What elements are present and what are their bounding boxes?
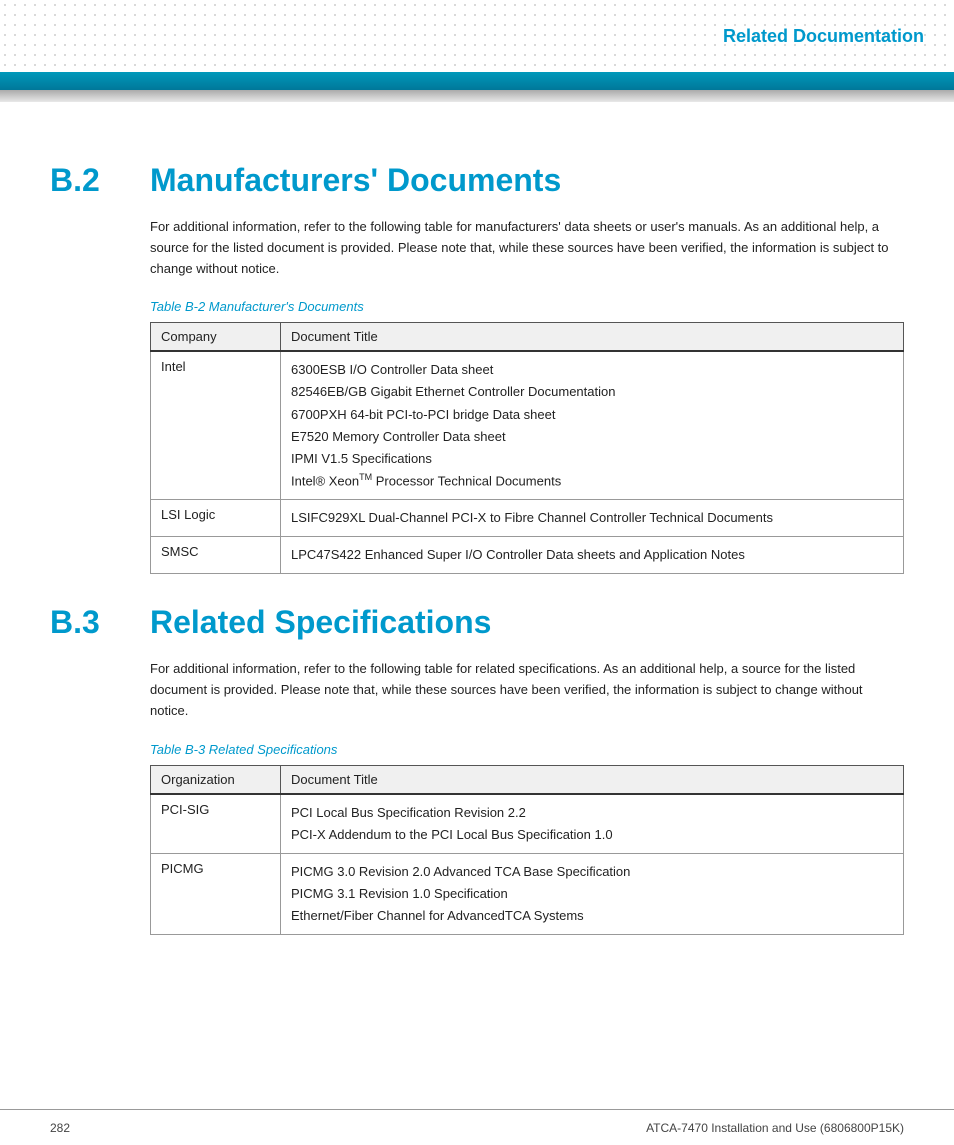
header-title-area: Related Documentation [634,0,954,72]
table-b3-col1-header: Organization [151,765,281,794]
table-b2-row1-company: Intel [151,351,281,499]
table-b3-row2-org: PICMG [151,854,281,935]
doc-item: 6300ESB I/O Controller Data sheet [291,359,893,381]
table-b2-row2-docs: LSIFC929XL Dual-Channel PCI-X to Fibre C… [281,500,904,537]
section-b2-body: For additional information, refer to the… [150,217,904,279]
doc-item: E7520 Memory Controller Data sheet [291,426,893,448]
section-b3-heading: B.3 Related Specifications [50,604,904,641]
table-b2-col1-header: Company [151,323,281,352]
table-b2-row3-docs: LPC47S422 Enhanced Super I/O Controller … [281,537,904,574]
table-b2-row3-company: SMSC [151,537,281,574]
doc-item: IPMI V1.5 Specifications [291,448,893,470]
doc-item: LPC47S422 Enhanced Super I/O Controller … [291,544,893,566]
gray-bar [0,90,954,102]
footer: 282 ATCA-7470 Installation and Use (6806… [0,1109,954,1145]
main-content: B.2 Manufacturers' Documents For additio… [0,102,954,1005]
table-b3-row2-docs: PICMG 3.0 Revision 2.0 Advanced TCA Base… [281,854,904,935]
table-b3-col2-header: Document Title [281,765,904,794]
doc-item: Intel® XeonTM Processor Technical Docume… [291,470,893,492]
doc-item: 82546EB/GB Gigabit Ethernet Controller D… [291,381,893,403]
doc-item: PICMG 3.1 Revision 1.0 Specification [291,883,893,905]
table-b3-caption: Table B-3 Related Specifications [150,742,904,757]
doc-item: PCI Local Bus Specification Revision 2.2 [291,802,893,824]
table-b2-row2-company: LSI Logic [151,500,281,537]
doc-item: PICMG 3.0 Revision 2.0 Advanced TCA Base… [291,861,893,883]
section-b2-heading: B.2 Manufacturers' Documents [50,162,904,199]
table-b2: Company Document Title Intel 6300ESB I/O… [150,322,904,574]
section-b3-body: For additional information, refer to the… [150,659,904,721]
section-b3-title: Related Specifications [150,604,491,641]
doc-item: LSIFC929XL Dual-Channel PCI-X to Fibre C… [291,507,893,529]
table-b3-row1-org: PCI-SIG [151,794,281,854]
table-b3-row1-docs: PCI Local Bus Specification Revision 2.2… [281,794,904,854]
table-b2-caption: Table B-2 Manufacturer's Documents [150,299,904,314]
page-title: Related Documentation [723,26,924,47]
section-b3-number: B.3 [50,604,150,641]
header: Related Documentation [0,0,954,90]
table-row: Intel 6300ESB I/O Controller Data sheet … [151,351,904,499]
teal-bar [0,72,954,90]
table-b2-col2-header: Document Title [281,323,904,352]
table-row: PCI-SIG PCI Local Bus Specification Revi… [151,794,904,854]
table-row: PICMG PICMG 3.0 Revision 2.0 Advanced TC… [151,854,904,935]
section-b2-number: B.2 [50,162,150,199]
doc-item: 6700PXH 64-bit PCI-to-PCI bridge Data sh… [291,404,893,426]
footer-doc-title: ATCA-7470 Installation and Use (6806800P… [646,1121,904,1135]
doc-item: Ethernet/Fiber Channel for AdvancedTCA S… [291,905,893,927]
table-b2-row1-docs: 6300ESB I/O Controller Data sheet 82546E… [281,351,904,499]
table-b3: Organization Document Title PCI-SIG PCI … [150,765,904,935]
section-b2-title: Manufacturers' Documents [150,162,561,199]
doc-item: PCI-X Addendum to the PCI Local Bus Spec… [291,824,893,846]
table-row: SMSC LPC47S422 Enhanced Super I/O Contro… [151,537,904,574]
table-row: LSI Logic LSIFC929XL Dual-Channel PCI-X … [151,500,904,537]
footer-page-number: 282 [50,1121,70,1135]
